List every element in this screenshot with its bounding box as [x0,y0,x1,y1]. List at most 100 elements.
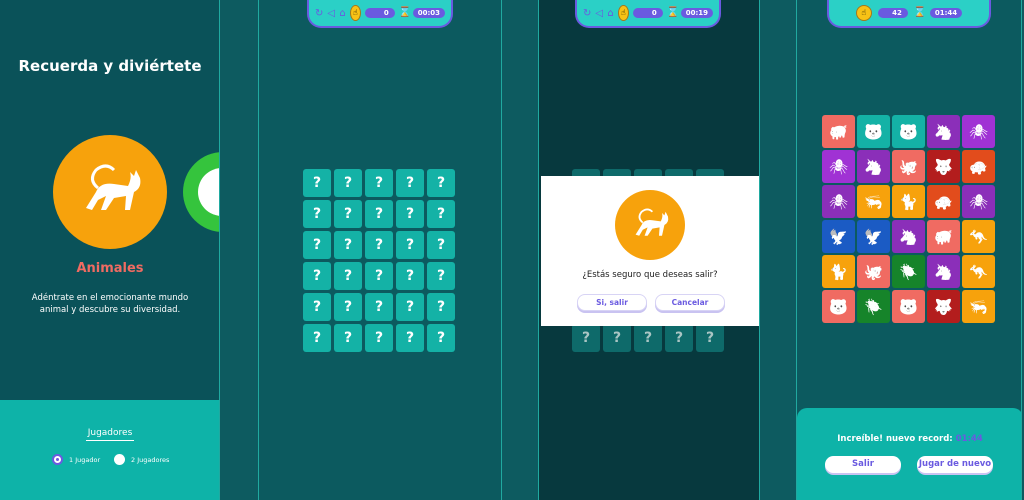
kangaroo-icon: 🦘 [969,227,988,246]
result-screen: ☝ 42 ⌛ 01:44 🐖 🐻 🐻 🦄 🕷 🕷 🦄 🐙 🐺 🐢 🕷 🦐 🐈 🐢 🕷 🦅 🦅 🦄 🐖 🦘 🐈 🐙 🪲 🦄 🦘 🐻 🪲… [796,0,1022,500]
hidden-card[interactable]: ? [427,324,455,352]
moves-icon: ☝ [617,5,629,21]
hidden-card[interactable]: ? [396,231,424,259]
hidden-card[interactable]: ? [696,324,724,352]
spider-icon: 🕷 [828,192,849,211]
option-1-player[interactable]: 1 Jugador [52,454,100,465]
turtle-icon: 🐢 [934,192,953,211]
record-text: Increíble! nuevo record: [837,434,953,444]
hidden-card[interactable]: ? [334,293,362,321]
hidden-card[interactable]: ? [396,324,424,352]
result-hud: ☝ 42 ⌛ 01:44 [827,0,991,28]
revealed-card: 🦄 [892,220,925,253]
revealed-card: 🐈 [892,185,925,218]
card-grid: ?????????????????????????????? [303,169,455,352]
hidden-card[interactable]: ? [365,231,393,259]
hidden-card[interactable]: ? [365,200,393,228]
hidden-card[interactable]: ? [396,262,424,290]
seahorse-icon: 🦄 [934,122,953,141]
hourglass-icon: ⌛ [913,7,927,18]
hidden-card[interactable]: ? [634,324,662,352]
hidden-card[interactable]: ? [334,200,362,228]
revealed-card: 🐖 [927,220,960,253]
revealed-card: 🕷 [822,185,855,218]
hidden-card[interactable]: ? [303,169,331,197]
home-screen: Recuerda y diviértete Animales Adéntrate… [0,0,220,500]
hidden-card[interactable]: ? [396,200,424,228]
category-next-card[interactable] [183,152,219,232]
revealed-card: 🐈 [822,255,855,288]
hidden-card[interactable]: ? [303,293,331,321]
hidden-card[interactable]: ? [572,324,600,352]
revealed-card: 🦘 [962,255,995,288]
hidden-card[interactable]: ? [365,293,393,321]
hidden-card[interactable]: ? [365,324,393,352]
octopus-icon: 🐙 [899,157,918,176]
pig-icon: 🐖 [934,227,953,246]
revealed-card: 🐢 [962,150,995,183]
restart-icon[interactable]: ↻ [315,8,323,19]
exit-dialog: ¿Estás seguro que deseas salir? Si, sali… [541,176,759,326]
timer: 00:19 [680,8,713,18]
hidden-card[interactable]: ? [427,200,455,228]
revealed-card: 🪲 [892,255,925,288]
hidden-card[interactable]: ? [303,324,331,352]
game-hud: ↻ ◁ ⌂ ☝ 0 ⌛ 00:19 [575,0,721,28]
exit-button[interactable]: Salir [825,456,901,473]
hidden-card[interactable]: ? [334,324,362,352]
moves-count: 0 [632,8,663,18]
cancel-button[interactable]: Cancelar [655,294,725,311]
category-animals-card[interactable] [53,135,167,249]
shrimp-icon: 🦐 [969,297,988,316]
hourglass-icon: ⌛ [666,7,680,18]
revealed-card: 🐢 [927,185,960,218]
hidden-card[interactable]: ? [427,231,455,259]
moves-count: 42 [877,8,908,18]
revealed-card: 🕷 [822,150,855,183]
hidden-card[interactable]: ? [603,324,631,352]
option-2-players-label: 2 Jugadores [131,455,170,464]
hidden-card[interactable]: ? [396,293,424,321]
hidden-card[interactable]: ? [427,262,455,290]
dialog-cat-badge [615,190,685,260]
category-name: Animales [76,261,144,276]
confirm-exit-button[interactable]: Si, salir [577,294,647,311]
hidden-card[interactable]: ? [396,169,424,197]
hidden-card[interactable]: ? [303,200,331,228]
revealed-card: 🦄 [857,150,890,183]
cat-icon [86,164,141,210]
seahorse-icon: 🦄 [864,157,883,176]
home-icon[interactable]: ⌂ [339,8,346,19]
revealed-card-grid: 🐖 🐻 🐻 🦄 🕷 🕷 🦄 🐙 🐺 🐢 🕷 🦐 🐈 🐢 🕷 🦅 🦅 🦄 🐖 🦘 🐈 🐙 🪲 🦄 🦘 🐻 🪲 🐻 🐺 🦐 [822,115,995,323]
hidden-card[interactable]: ? [365,262,393,290]
kangaroo-icon: 🦘 [969,262,988,281]
seahorse-icon: 🦄 [934,262,953,281]
restart-icon[interactable]: ↻ [583,8,591,19]
hidden-card[interactable]: ? [427,169,455,197]
dialog-question: ¿Estás seguro que deseas salir? [582,270,718,280]
option-2-players[interactable]: 2 Jugadores [114,454,169,465]
sound-icon[interactable]: ◁ [327,8,335,19]
hidden-card[interactable]: ? [303,262,331,290]
hidden-card[interactable]: ? [427,293,455,321]
bear-icon: 🐻 [899,122,918,141]
timer: 00:03 [412,8,445,18]
hidden-card[interactable]: ? [334,262,362,290]
hidden-card[interactable]: ? [334,169,362,197]
exit-confirm-screen: ↻ ◁ ⌂ ☝ 0 ⌛ 00:19 ??????????????????????… [538,0,760,500]
hidden-card[interactable]: ? [365,169,393,197]
sound-icon[interactable]: ◁ [595,8,603,19]
hidden-card[interactable]: ? [303,231,331,259]
revealed-card: 🦐 [962,290,995,323]
hidden-card[interactable]: ? [665,324,693,352]
home-icon[interactable]: ⌂ [607,8,614,19]
eagle-icon: 🦅 [864,227,883,246]
option-1-player-label: 1 Jugador [69,455,101,464]
revealed-card: 🐻 [892,290,925,323]
hidden-card[interactable]: ? [334,231,362,259]
revealed-card: 🦄 [927,255,960,288]
play-again-button[interactable]: Jugar de nuevo [917,456,993,473]
shrimp-icon: 🦐 [864,192,883,211]
app-title: Recuerda y diviértete [18,57,202,75]
revealed-card: 🦅 [822,220,855,253]
